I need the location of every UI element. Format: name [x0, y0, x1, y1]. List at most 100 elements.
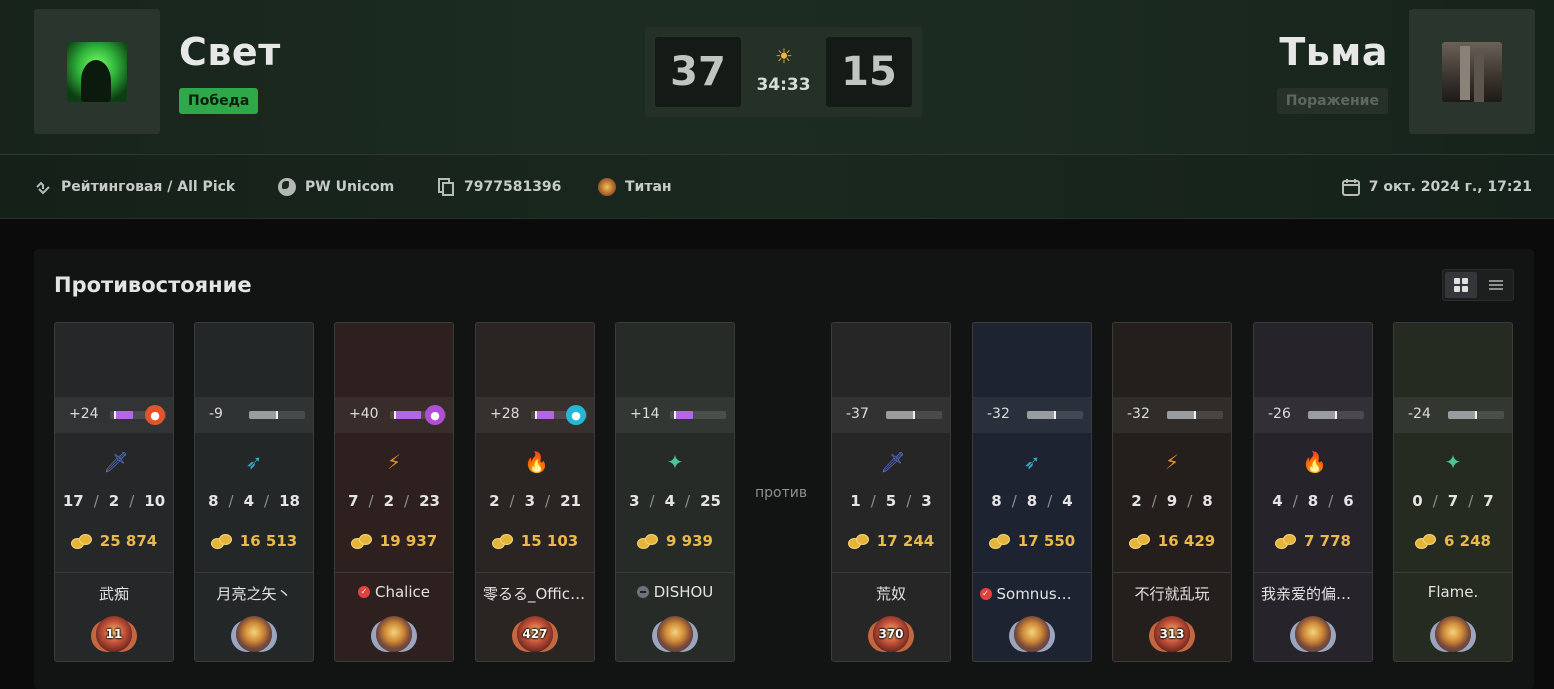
- networth: 7 778: [1254, 532, 1372, 550]
- kda-separator: /: [545, 492, 551, 510]
- player-info: Flame.: [1394, 572, 1512, 661]
- net-change-row: +24 ●: [55, 397, 173, 433]
- player-name-row[interactable]: ✓ Somnus丶M: [973, 583, 1091, 604]
- hero-portrait[interactable]: [1113, 323, 1231, 397]
- gold-coins-icon: [491, 534, 513, 549]
- player-name: Somnus丶M: [996, 585, 1085, 603]
- gold-coins-icon: [210, 534, 232, 549]
- net-change-fill: [1167, 411, 1195, 419]
- net-change-value: -32: [987, 406, 1010, 422]
- leaderboard-rank: 313: [1159, 627, 1185, 641]
- hero-portrait[interactable]: [195, 323, 313, 397]
- gold-coins-icon: [637, 534, 658, 549]
- player-name-row[interactable]: 月亮之矢丶: [195, 583, 313, 604]
- gold-coins-icon: [70, 534, 92, 549]
- player-name-row[interactable]: 我亲爱的偏执狂: [1254, 583, 1372, 604]
- player-card[interactable]: +14 ✦ 3 / 4 / 25 9 939 DISHOU: [615, 322, 735, 662]
- player-name-row[interactable]: DISHOU: [616, 583, 734, 601]
- rank-medal-icon: [598, 178, 616, 196]
- cyan-star-icon[interactable]: ●: [566, 405, 586, 425]
- player-info: 零るる_Official 427: [476, 572, 594, 661]
- player-card[interactable]: +28 ● 🔥 2 / 3 / 21 15 103 零るる_Official 4…: [475, 322, 595, 662]
- dire-name: Тьма: [1279, 30, 1388, 74]
- player-card[interactable]: -37 🗡 1 / 5 / 3 17 244 荒奴 370: [831, 322, 951, 662]
- purple-crown-icon[interactable]: ●: [425, 405, 445, 425]
- deaths: 3: [524, 492, 535, 510]
- net-change-bar: [670, 411, 726, 419]
- kills: 0: [1412, 492, 1423, 510]
- net-change-row: +28 ●: [476, 397, 594, 433]
- hero-portrait[interactable]: [476, 323, 594, 397]
- player-name-row[interactable]: 不行就乱玩: [1113, 583, 1231, 604]
- rank-medal-icon: 11: [96, 616, 132, 652]
- kda-separator: /: [93, 492, 99, 510]
- assists: 18: [279, 492, 300, 510]
- networth: 6 248: [1394, 532, 1512, 550]
- net-change-value: +40: [349, 406, 379, 422]
- kda-separator: /: [264, 492, 270, 510]
- rank-medal-icon: [1295, 616, 1331, 652]
- player-name: 荒奴: [875, 585, 906, 603]
- networth: 16 429: [1113, 532, 1231, 550]
- region: PW Unicom: [278, 177, 394, 197]
- net-change-value: -26: [1268, 406, 1291, 422]
- player-info: DISHOU: [616, 572, 734, 661]
- player-info: 月亮之矢丶: [195, 572, 313, 661]
- networth: 16 513: [195, 532, 313, 550]
- net-change-row: +40 ●: [335, 397, 453, 433]
- grid-view-button[interactable]: [1445, 272, 1477, 298]
- verified-icon: ✓: [979, 587, 992, 600]
- player-name-row[interactable]: 武痴: [55, 583, 173, 604]
- networth: 15 103: [476, 532, 594, 550]
- flame-hand-icon: 🔥: [1302, 450, 1327, 474]
- match-info-bar: Рейтинговая / All Pick PW Unicom 7977581…: [0, 155, 1554, 219]
- orange-claw-icon[interactable]: ●: [145, 405, 165, 425]
- player-name: Flame.: [1427, 583, 1479, 601]
- player-name-row[interactable]: Flame.: [1394, 583, 1512, 601]
- hero-portrait[interactable]: [1254, 323, 1372, 397]
- dire-team-box[interactable]: [1409, 9, 1535, 134]
- assists: 3: [921, 492, 932, 510]
- player-name-row[interactable]: 零るる_Official: [476, 583, 594, 604]
- deaths: 4: [664, 492, 675, 510]
- kda-separator: /: [649, 492, 655, 510]
- networth-value: 15 103: [520, 532, 579, 550]
- player-card[interactable]: +24 ● 🗡 17 / 2 / 10 25 874 武痴 11: [54, 322, 174, 662]
- rank-medal-icon: [1435, 616, 1471, 652]
- player-card[interactable]: -26 🔥 4 / 8 / 6 7 778 我亲爱的偏执狂: [1253, 322, 1373, 662]
- list-view-button[interactable]: [1480, 272, 1512, 298]
- player-card[interactable]: -24 ✦ 0 / 7 / 7 6 248 Flame.: [1393, 322, 1513, 662]
- hero-portrait[interactable]: [1394, 323, 1512, 397]
- gold-coins-icon: [1128, 534, 1150, 549]
- net-change-marker: [114, 411, 116, 419]
- player-info: ✓ Chalice: [335, 572, 453, 661]
- player-name-row[interactable]: ✓ Chalice: [335, 583, 453, 601]
- hero-portrait[interactable]: [832, 323, 950, 397]
- player-name-row[interactable]: 荒奴: [832, 583, 950, 604]
- hero-portrait[interactable]: [55, 323, 173, 397]
- assists: 7: [1483, 492, 1494, 510]
- globe-icon: [278, 178, 296, 196]
- deaths: 2: [108, 492, 120, 510]
- rank-medal-icon: [1014, 616, 1050, 652]
- player-card[interactable]: -9 ➶ 8 / 4 / 18 16 513 月亮之矢丶: [194, 322, 314, 662]
- assists: 10: [144, 492, 166, 510]
- player-card[interactable]: -32 ⚡ 2 / 9 / 8 16 429 不行就乱玩 313: [1112, 322, 1232, 662]
- hero-portrait[interactable]: [616, 323, 734, 397]
- networth-value: 9 939: [666, 532, 713, 550]
- player-card[interactable]: +40 ● ⚡ 7 / 2 / 23 19 937 ✓ Chalice: [334, 322, 454, 662]
- deaths: 8: [1307, 492, 1319, 510]
- match-date-label: 7 окт. 2024 г., 17:21: [1368, 179, 1532, 195]
- assists: 6: [1343, 492, 1354, 510]
- radiant-team-box[interactable]: [34, 9, 160, 134]
- hero-portrait[interactable]: [335, 323, 453, 397]
- net-change-value: -37: [846, 406, 869, 422]
- player-card[interactable]: -32 ➶ 8 / 8 / 4 17 550 ✓ Somnus丶M: [972, 322, 1092, 662]
- kda-separator: /: [1292, 492, 1298, 510]
- net-change-fill: [396, 411, 421, 419]
- dire-result-badge: Поражение: [1276, 88, 1388, 114]
- net-change-bar: [1167, 411, 1223, 419]
- match-id[interactable]: 7977581396: [437, 177, 561, 197]
- hero-portrait[interactable]: [973, 323, 1091, 397]
- game-mode-label: Рейтинговая / All Pick: [61, 179, 236, 195]
